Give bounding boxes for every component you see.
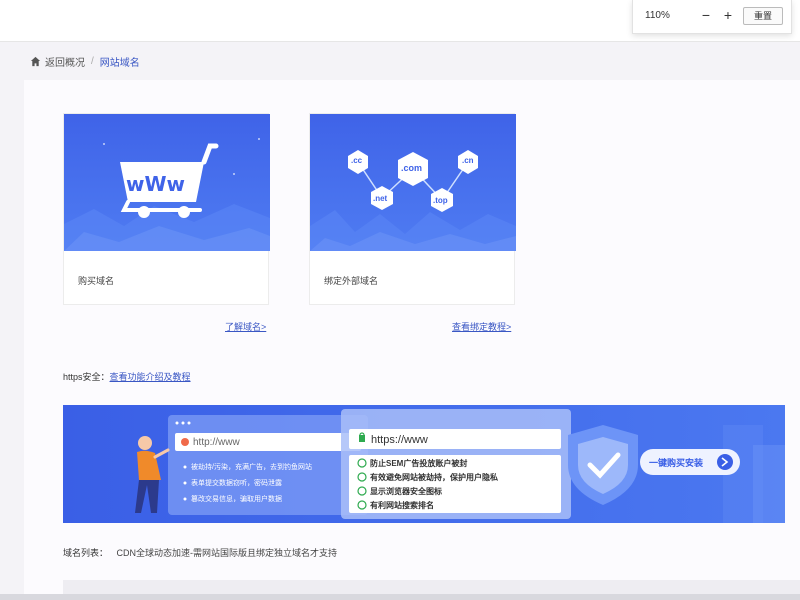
home-icon [30,56,41,67]
zoom-in-button[interactable]: + [721,6,735,24]
https-security-label: https安全： [63,372,110,382]
risk-item-3: 篡改交易信息，骗取用户数据 [191,496,282,503]
https-promo-banner[interactable]: http://www https://www 被劫持/污染，充满广告，去到钓鱼网… [63,405,785,523]
breadcrumb: 返回概况 / 网站域名 [30,54,140,69]
breadcrumb-current: 网站域名 [99,58,140,69]
zoom-level: 110% [645,10,670,21]
https-security-row: https安全：查看功能介绍及教程 [63,370,191,383]
tld-cn: .cn [462,156,474,165]
bind-domain-label: 绑定外部域名 [324,276,379,286]
risk-item-2: 表单提交数据窃听，密码泄露 [191,480,282,487]
www-glyph: wWw [126,172,186,196]
tld-top: .top [433,196,448,205]
domain-list-label: 域名列表： [63,548,109,558]
tld-com: .com [401,163,423,173]
breadcrumb-separator: / [91,56,94,67]
benefit-item-3: 显示浏览器安全图标 [370,487,442,496]
tld-net: .net [373,194,388,203]
risk-item-1: 被劫持/污染，充满广告，去到钓鱼网站 [191,464,312,471]
domain-list-note: CDN全球动态加速-需网站国际版且绑定独立域名才支持 [116,548,338,558]
benefit-item-1: 防止SEM广告投放账户被封 [370,459,468,468]
benefit-item-4: 有利网站搜索排名 [370,501,434,510]
domain-list-row: 域名列表： CDN全球动态加速-需网站国际版且绑定独立域名才支持 [63,546,337,559]
https-url: https://www [371,434,428,446]
http-url: http://www [193,437,240,448]
bind-domain-illustration: .cc .com .cn .net .top [310,114,516,251]
zoom-reset-button[interactable]: 重置 [743,7,783,25]
binding-tutorial-link[interactable]: 查看绑定教程> [452,320,511,333]
breadcrumb-back-link[interactable]: 返回概况 [45,54,85,69]
buy-domain-illustration: wWw [64,114,270,251]
learn-domain-link[interactable]: 了解域名> [225,320,266,333]
bind-domain-card[interactable]: .cc .com .cn .net .top 绑定外部域名 [309,113,516,305]
zoom-out-button[interactable]: − [699,6,713,24]
main-panel: wWw 购买域名 .cc .com .cn .net .top 绑定外部域名 了… [24,80,800,600]
https-intro-link[interactable]: 查看功能介绍及教程 [110,372,191,382]
buy-domain-card[interactable]: wWw 购买域名 [63,113,270,305]
horizontal-scrollbar[interactable] [0,594,800,600]
benefit-item-2: 有效避免网站被劫持，保护用户隐私 [370,473,498,482]
buy-install-button[interactable]: 一键购买安装 [649,456,703,469]
zoom-popup: 110% − + 重置 [632,0,792,34]
buy-domain-label: 购买域名 [78,276,115,286]
tld-cc: .cc [351,156,363,165]
